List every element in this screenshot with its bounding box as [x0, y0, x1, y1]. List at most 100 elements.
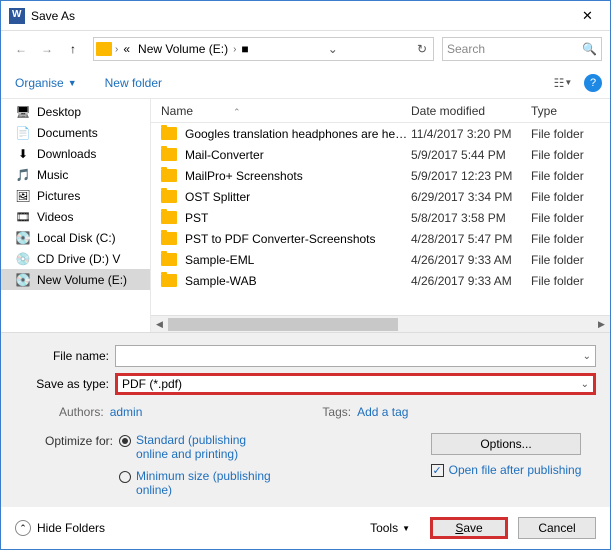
folder-tree: 🖥 Desktop 📄Documents⬇Downloads🎵Music🖼Pictu… [1, 99, 151, 332]
window-title: Save As [31, 9, 565, 23]
tree-node[interactable]: 🎞Videos [1, 206, 150, 227]
folder-icon [161, 211, 177, 224]
file-row[interactable]: Sample-WAB4/26/2017 9:33 AMFile folder [151, 270, 610, 291]
radio-minimum[interactable]: Minimum size (publishing online) [119, 469, 276, 497]
filename-label: File name: [15, 349, 115, 363]
tools-button[interactable]: Tools▼ [370, 521, 410, 535]
file-row[interactable]: Sample-EML4/26/2017 9:33 AMFile folder [151, 249, 610, 270]
chevron-icon: › [233, 44, 236, 55]
tree-node[interactable]: ⬇Downloads [1, 143, 150, 164]
column-headers: Name⌃ Date modified Type [151, 99, 610, 123]
tree-node[interactable]: 💽New Volume (E:) [1, 269, 150, 290]
tree-node[interactable]: 🖼Pictures [1, 185, 150, 206]
file-row[interactable]: PST5/8/2017 3:58 PMFile folder [151, 207, 610, 228]
file-row[interactable]: MailPro+ Screenshots5/9/2017 12:23 PMFil… [151, 165, 610, 186]
search-input[interactable]: Search 🔍 [442, 37, 602, 61]
folder-icon [161, 190, 177, 203]
filename-input[interactable]: ⌄ [115, 345, 596, 367]
file-row[interactable]: Googles translation headphones are here.… [151, 123, 610, 144]
refresh-icon[interactable]: ↻ [413, 42, 431, 56]
folder-icon [161, 169, 177, 182]
node-icon: 🎞 [15, 210, 31, 224]
scroll-thumb[interactable] [168, 318, 398, 331]
up-button[interactable]: ↑ [61, 37, 85, 61]
tree-node[interactable]: 🎵Music [1, 164, 150, 185]
file-list: Name⌃ Date modified Type Googles transla… [151, 99, 610, 332]
col-date[interactable]: Date modified [411, 104, 531, 118]
tree-node[interactable]: 💿 CD Drive (D:) V [1, 248, 150, 269]
scroll-left-icon[interactable]: ◀ [151, 316, 168, 332]
file-date: 4/26/2017 9:33 AM [411, 274, 531, 288]
file-date: 4/26/2017 9:33 AM [411, 253, 531, 267]
authors-label: Authors: [59, 405, 104, 419]
node-label: CD Drive (D:) V [37, 252, 120, 266]
hide-folders-button[interactable]: ⌃ Hide Folders [15, 520, 105, 536]
address-bar[interactable]: › « New Volume (E:) › ■ ⌄ ↻ [93, 37, 434, 61]
scroll-right-icon[interactable]: ▶ [593, 316, 610, 332]
view-button[interactable]: ☷ ▼ [550, 72, 576, 94]
col-name[interactable]: Name⌃ [161, 104, 411, 118]
radio-icon [119, 471, 131, 483]
breadcrumb-folder[interactable]: New Volume (E:) [134, 38, 232, 60]
folder-icon [161, 253, 177, 266]
file-row[interactable]: OST Splitter6/29/2017 3:34 PMFile folder [151, 186, 610, 207]
chevron-down-icon[interactable]: ⌄ [583, 351, 591, 362]
forward-button[interactable]: → [35, 37, 59, 61]
horizontal-scrollbar[interactable]: ◀ ▶ [151, 315, 610, 332]
save-button[interactable]: Save [430, 517, 508, 539]
dropdown-icon[interactable]: ⌄ [324, 42, 342, 56]
back-button[interactable]: ← [9, 37, 33, 61]
file-name: Sample-EML [185, 253, 411, 267]
options-button[interactable]: Options... [431, 433, 581, 455]
tags-label: Tags: [322, 405, 351, 419]
node-icon: ⬇ [15, 147, 31, 161]
cancel-button[interactable]: Cancel [518, 517, 596, 539]
file-row[interactable]: PST to PDF Converter-Screenshots4/28/201… [151, 228, 610, 249]
file-type: File folder [531, 211, 584, 225]
node-icon: 💿 [15, 252, 31, 266]
form-panel: File name: ⌄ Save as type: PDF (*.pdf) ⌄… [1, 332, 610, 507]
close-button[interactable]: ✕ [565, 1, 610, 31]
optimize-label: Optimize for: [45, 433, 113, 497]
file-date: 6/29/2017 3:34 PM [411, 190, 531, 204]
node-icon: 📄 [15, 126, 31, 140]
col-type[interactable]: Type [531, 104, 610, 118]
file-date: 4/28/2017 5:47 PM [411, 232, 531, 246]
tree-node[interactable]: 🖥 Desktop [1, 101, 150, 122]
file-row[interactable]: Mail-Converter5/9/2017 5:44 PMFile folde… [151, 144, 610, 165]
breadcrumb-sub[interactable]: ■ [237, 38, 252, 60]
toolbar: Organise▼ New folder ☷ ▼ ? [1, 67, 610, 99]
node-label: Pictures [37, 189, 80, 203]
node-icon: 💽 [15, 231, 31, 245]
sort-icon: ⌃ [233, 107, 241, 117]
search-icon: 🔍 [582, 42, 597, 56]
saveastype-select[interactable]: PDF (*.pdf) ⌄ [115, 373, 596, 395]
new-folder-button[interactable]: New folder [97, 72, 170, 94]
organise-button[interactable]: Organise▼ [9, 72, 83, 94]
authors-value[interactable]: admin [110, 405, 143, 419]
folder-icon [161, 232, 177, 245]
folder-icon [96, 42, 112, 56]
file-name: Googles translation headphones are here.… [185, 127, 411, 141]
radio-icon [119, 435, 131, 447]
help-button[interactable]: ? [584, 74, 602, 92]
node-icon: 🖥 [15, 105, 31, 119]
radio-standard[interactable]: Standard (publishing online and printing… [119, 433, 276, 461]
chevron-down-icon[interactable]: ⌄ [581, 379, 589, 390]
file-type: File folder [531, 190, 584, 204]
tags-value[interactable]: Add a tag [357, 405, 408, 419]
breadcrumb-root[interactable]: « [119, 38, 134, 60]
file-type: File folder [531, 232, 584, 246]
file-date: 5/9/2017 5:44 PM [411, 148, 531, 162]
collapse-icon: ⌃ [15, 520, 31, 536]
tree-node[interactable]: 📄Documents [1, 122, 150, 143]
node-icon: 🎵 [15, 168, 31, 182]
node-label: Desktop [37, 105, 81, 119]
file-name: PST [185, 211, 411, 225]
file-type: File folder [531, 253, 584, 267]
file-name: PST to PDF Converter-Screenshots [185, 232, 411, 246]
tree-node[interactable]: 💽Local Disk (C:) [1, 227, 150, 248]
openafter-checkbox[interactable]: ✓ Open file after publishing [431, 463, 582, 477]
node-label: New Volume (E:) [37, 273, 127, 287]
file-date: 5/9/2017 12:23 PM [411, 169, 531, 183]
